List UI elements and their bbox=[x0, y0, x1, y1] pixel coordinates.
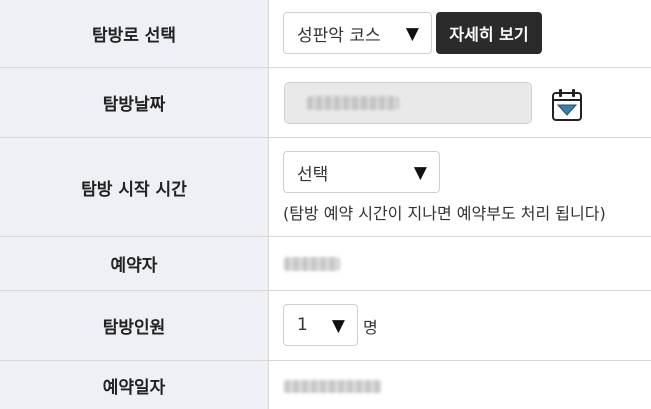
date-value-redacted bbox=[307, 96, 399, 110]
reservation-date-row: 예약일자 bbox=[0, 361, 651, 409]
start-time-value-cell: 선택 ▼ (탐방 예약 시간이 지나면 예약부도 처리 됩니다) bbox=[270, 138, 651, 236]
chevron-down-icon: ▼ bbox=[405, 24, 419, 44]
start-time-row: 탐방 시작 시간 선택 ▼ (탐방 예약 시간이 지나면 예약부도 처리 됩니다… bbox=[0, 138, 651, 237]
chevron-down-icon: ▼ bbox=[331, 316, 345, 336]
start-time-label-cell: 탐방 시작 시간 bbox=[0, 138, 269, 236]
date-row: 탐방날짜 bbox=[0, 68, 651, 138]
calendar-icon[interactable] bbox=[551, 88, 583, 122]
reserver-label-cell: 예약자 bbox=[0, 237, 269, 290]
route-row: 탐방로 선택 성판악 코스 ▼ 자세히 보기 bbox=[0, 0, 651, 68]
route-label: 탐방로 선택 bbox=[91, 26, 177, 46]
reserver-label: 예약자 bbox=[110, 256, 158, 276]
date-label-cell: 탐방날짜 bbox=[0, 68, 269, 137]
route-label-cell: 탐방로 선택 bbox=[0, 0, 269, 67]
chevron-down-icon: ▼ bbox=[413, 163, 427, 183]
visitors-unit: 명 bbox=[363, 318, 378, 337]
reservation-date-label-cell: 예약일자 bbox=[0, 361, 269, 409]
visitors-value-cell: 1 ▼ 명 bbox=[270, 291, 651, 360]
reservation-date-label: 예약일자 bbox=[102, 377, 166, 398]
route-value-cell: 성판악 코스 ▼ 자세히 보기 bbox=[270, 0, 651, 67]
start-time-select-value: 선택 bbox=[297, 164, 329, 185]
course-select-value: 성판악 코스 bbox=[297, 25, 381, 46]
details-button[interactable]: 자세히 보기 bbox=[436, 12, 542, 54]
reserver-name-redacted bbox=[284, 257, 340, 271]
reserver-row: 예약자 bbox=[0, 237, 651, 291]
visitors-label: 탐방인원 bbox=[102, 318, 166, 338]
date-value-cell bbox=[270, 68, 651, 137]
visitors-select[interactable]: 1 ▼ bbox=[283, 304, 358, 346]
reservation-date-redacted bbox=[284, 380, 381, 393]
course-select[interactable]: 성판악 코스 ▼ bbox=[283, 12, 432, 54]
start-time-select[interactable]: 선택 ▼ bbox=[283, 151, 440, 193]
date-label: 탐방날짜 bbox=[102, 95, 166, 115]
start-time-label: 탐방 시작 시간 bbox=[81, 179, 187, 200]
date-input[interactable] bbox=[284, 82, 532, 124]
start-time-note: (탐방 예약 시간이 지나면 예약부도 처리 됩니다) bbox=[283, 204, 606, 223]
reserver-value-cell bbox=[270, 237, 651, 290]
reservation-date-value-cell bbox=[270, 361, 651, 409]
reservation-form: 탐방로 선택 성판악 코스 ▼ 자세히 보기 탐방날짜 탐방 시작 시간 선택 … bbox=[0, 0, 651, 409]
visitors-row: 탐방인원 1 ▼ 명 bbox=[0, 291, 651, 361]
visitors-label-cell: 탐방인원 bbox=[0, 291, 269, 360]
visitors-select-value: 1 bbox=[297, 315, 308, 335]
